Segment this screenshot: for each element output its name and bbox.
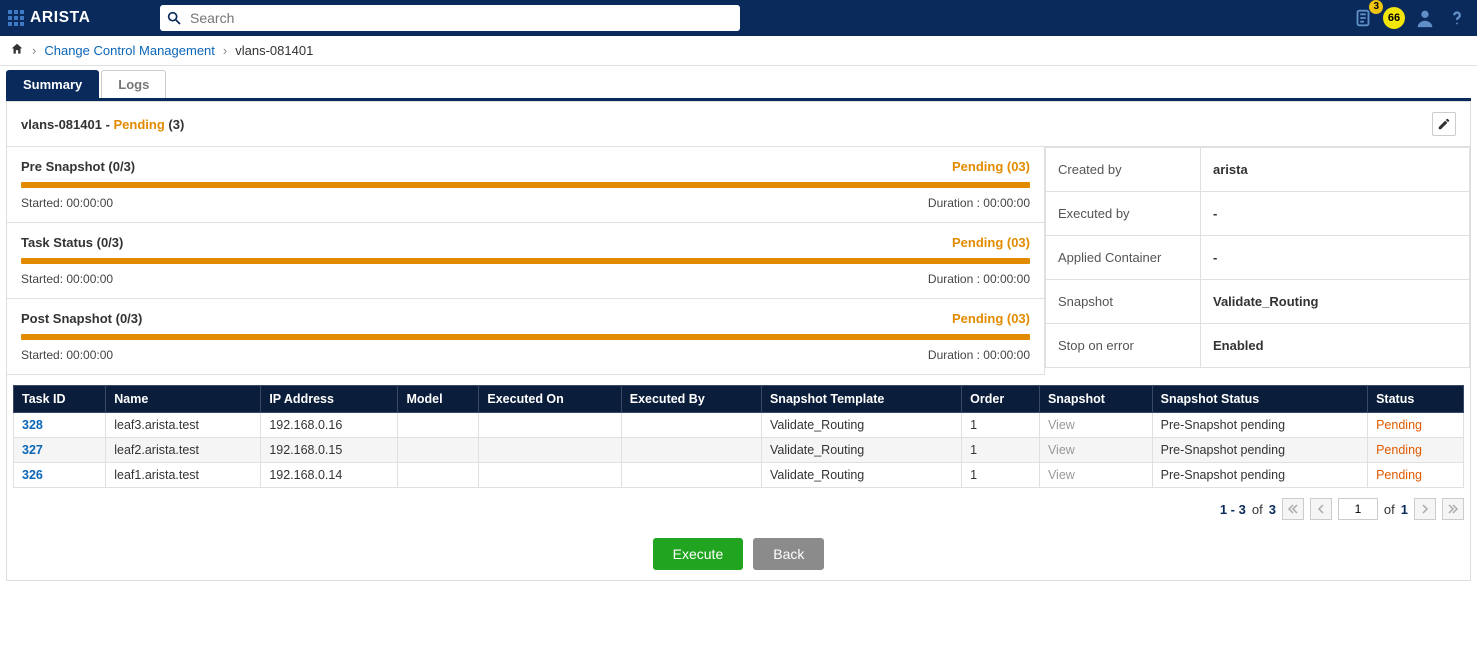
info-value: arista <box>1201 148 1470 192</box>
page-last-button[interactable] <box>1442 498 1464 520</box>
progress-bar <box>21 258 1030 264</box>
section-status: Pending (03) <box>952 311 1030 326</box>
status-badge: Pending <box>114 117 165 132</box>
column-header[interactable]: Model <box>398 386 479 413</box>
pencil-icon <box>1437 117 1451 131</box>
home-icon[interactable] <box>10 42 24 59</box>
section-duration: Duration : 00:00:00 <box>928 272 1030 286</box>
breadcrumb: › Change Control Management › vlans-0814… <box>0 36 1477 66</box>
help-icon[interactable] <box>1445 6 1469 30</box>
info-key: Snapshot <box>1046 280 1201 324</box>
task-id-link[interactable]: 328 <box>22 418 43 432</box>
section-status: Pending (03) <box>952 159 1030 174</box>
status-text: Pending <box>1376 418 1422 432</box>
section-title: Post Snapshot (0/3) <box>21 311 142 326</box>
task-id-link[interactable]: 326 <box>22 468 43 482</box>
info-table: Created byaristaExecuted by-Applied Cont… <box>1045 147 1470 368</box>
apps-grid-icon[interactable] <box>8 10 24 26</box>
column-header[interactable]: Status <box>1368 386 1464 413</box>
page-total-pages: 1 <box>1401 502 1408 517</box>
user-icon[interactable] <box>1413 6 1437 30</box>
notification-badge[interactable]: 66 <box>1383 7 1405 29</box>
section-started: Started: 00:00:00 <box>21 272 113 286</box>
back-button[interactable]: Back <box>753 538 824 570</box>
page-title: vlans-081401 - <box>21 117 114 132</box>
info-key: Stop on error <box>1046 324 1201 368</box>
info-value: Validate_Routing <box>1201 280 1470 324</box>
search-input[interactable] <box>188 9 734 27</box>
section-started: Started: 00:00:00 <box>21 348 113 362</box>
arista-logo: ARISTA <box>30 7 150 29</box>
section-started: Started: 00:00:00 <box>21 196 113 210</box>
info-key: Applied Container <box>1046 236 1201 280</box>
table-row: 326leaf1.arista.test192.168.0.14Validate… <box>14 463 1464 488</box>
section-duration: Duration : 00:00:00 <box>928 348 1030 362</box>
page-next-button[interactable] <box>1414 498 1436 520</box>
paginator: 1 - 3 of 3 of 1 <box>7 498 1464 520</box>
clipboard-badge: 3 <box>1369 0 1383 14</box>
status-text: Pending <box>1376 468 1422 482</box>
page-count: (3) <box>165 117 185 132</box>
column-header[interactable]: Snapshot Status <box>1152 386 1367 413</box>
progress-bar <box>21 182 1030 188</box>
page-range: 1 - 3 <box>1220 502 1246 517</box>
column-header[interactable]: Name <box>106 386 261 413</box>
tab-logs[interactable]: Logs <box>101 70 166 98</box>
page-input[interactable] <box>1338 498 1378 520</box>
search-box[interactable] <box>160 5 740 31</box>
table-row: 327leaf2.arista.test192.168.0.15Validate… <box>14 438 1464 463</box>
column-header[interactable]: Task ID <box>14 386 106 413</box>
progress-bar <box>21 334 1030 340</box>
info-key: Executed by <box>1046 192 1201 236</box>
column-header[interactable]: Order <box>962 386 1040 413</box>
chevron-right-icon: › <box>223 43 227 58</box>
svg-text:ARISTA: ARISTA <box>30 9 91 26</box>
view-link[interactable]: View <box>1048 443 1075 457</box>
section-title: Pre Snapshot (0/3) <box>21 159 135 174</box>
column-header[interactable]: Snapshot <box>1039 386 1152 413</box>
execute-button[interactable]: Execute <box>653 538 744 570</box>
view-link[interactable]: View <box>1048 468 1075 482</box>
view-link[interactable]: View <box>1048 418 1075 432</box>
page-first-button[interactable] <box>1282 498 1304 520</box>
info-value: Enabled <box>1201 324 1470 368</box>
section-status: Pending (03) <box>952 235 1030 250</box>
page-prev-button[interactable] <box>1310 498 1332 520</box>
page-total-rows: 3 <box>1269 502 1276 517</box>
column-header[interactable]: Executed By <box>621 386 761 413</box>
task-id-link[interactable]: 327 <box>22 443 43 457</box>
tab-summary[interactable]: Summary <box>6 70 99 98</box>
section-duration: Duration : 00:00:00 <box>928 196 1030 210</box>
edit-button[interactable] <box>1432 112 1456 136</box>
column-header[interactable]: Snapshot Template <box>761 386 961 413</box>
column-header[interactable]: Executed On <box>479 386 621 413</box>
status-text: Pending <box>1376 443 1422 457</box>
tasks-table: Task IDNameIP AddressModelExecuted OnExe… <box>13 385 1464 488</box>
info-value: - <box>1201 236 1470 280</box>
column-header[interactable]: IP Address <box>261 386 398 413</box>
search-icon <box>166 10 182 26</box>
section-title: Task Status (0/3) <box>21 235 123 250</box>
breadcrumb-current: vlans-081401 <box>235 43 313 58</box>
clipboard-icon[interactable]: 3 <box>1351 6 1375 30</box>
chevron-right-icon: › <box>32 43 36 58</box>
table-row: 328leaf3.arista.test192.168.0.16Validate… <box>14 413 1464 438</box>
breadcrumb-link[interactable]: Change Control Management <box>44 43 215 58</box>
info-key: Created by <box>1046 148 1201 192</box>
info-value: - <box>1201 192 1470 236</box>
